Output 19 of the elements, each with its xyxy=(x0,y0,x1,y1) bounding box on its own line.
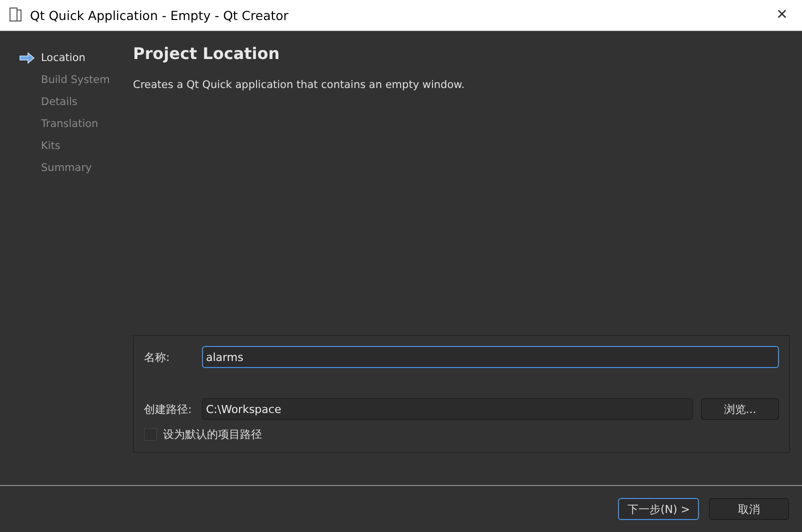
close-button[interactable]: ✕ xyxy=(762,7,802,23)
wizard-step: Build System xyxy=(41,74,110,86)
name-field[interactable]: alarms xyxy=(202,346,779,368)
path-label: 创建路径: xyxy=(144,402,193,416)
browse-button[interactable]: 浏览... xyxy=(701,398,779,420)
wizard-step: Summary xyxy=(41,162,92,174)
default-path-label: 设为默认的项目路径 xyxy=(163,427,262,442)
app-icon xyxy=(8,7,24,23)
path-field[interactable]: C:\Workspace xyxy=(202,398,693,420)
page-title: Project Location xyxy=(133,44,281,63)
page-description: Creates a Qt Quick application that contains an empty window. xyxy=(133,79,466,91)
cancel-button[interactable]: 取消 xyxy=(709,498,789,520)
wizard-step: Location xyxy=(41,52,86,64)
window-title: Qt Quick Application - Empty - Qt Creator xyxy=(30,8,290,22)
wizard-step: Translation xyxy=(41,118,98,130)
name-label: 名称: xyxy=(144,350,171,364)
wizard-step: Kits xyxy=(41,140,60,152)
wizard-step: Details xyxy=(41,96,78,108)
next-button[interactable]: 下一步(N) > xyxy=(618,498,699,520)
